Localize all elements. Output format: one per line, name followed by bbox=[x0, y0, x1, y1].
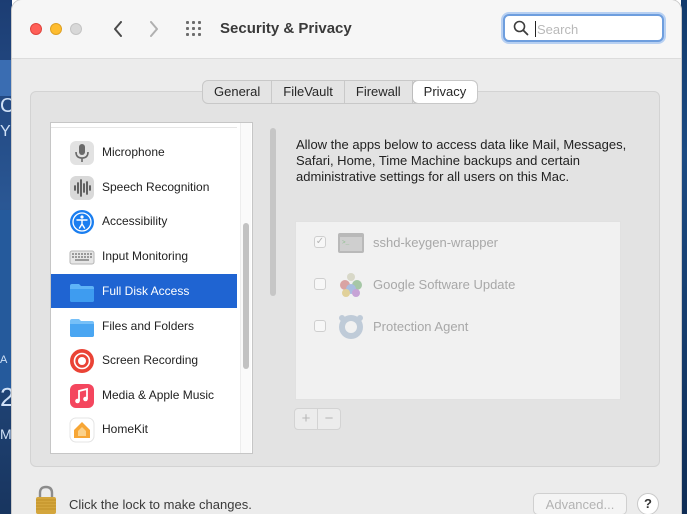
list-scrollbar[interactable] bbox=[240, 123, 251, 453]
desktop-background-right bbox=[681, 0, 687, 514]
sidebar-item-label: Files and Folders bbox=[102, 319, 195, 333]
show-all-grid-button[interactable] bbox=[186, 21, 204, 37]
lock-icon[interactable] bbox=[34, 485, 58, 514]
tab-firewall[interactable]: Firewall bbox=[345, 81, 413, 103]
app-checkbox[interactable] bbox=[314, 278, 326, 290]
search-icon bbox=[513, 20, 529, 36]
advanced-button[interactable]: Advanced... bbox=[533, 493, 627, 514]
pane-scroll-indicator[interactable] bbox=[270, 128, 276, 296]
sidebar-item-label: Speech Recognition bbox=[102, 180, 210, 194]
app-checkbox[interactable] bbox=[314, 320, 326, 332]
add-remove-control: + − bbox=[294, 408, 341, 430]
sidebar-item-input-monitoring[interactable]: Input Monitoring bbox=[51, 239, 237, 273]
list-item-partial bbox=[51, 122, 237, 123]
waveform-icon bbox=[69, 175, 95, 201]
desktop-glyph: Y bbox=[0, 123, 11, 140]
close-button[interactable] bbox=[30, 23, 42, 35]
sidebar-item-label: HomeKit bbox=[102, 422, 149, 436]
sidebar-item-label: Input Monitoring bbox=[102, 249, 189, 263]
sidebar-item-label: Screen Recording bbox=[102, 353, 199, 367]
sidebar-item-full-disk-access[interactable]: Full Disk Access bbox=[51, 274, 237, 308]
tab-bar: General FileVault Firewall Privacy bbox=[202, 80, 479, 104]
sidebar-item-label: Full Disk Access bbox=[102, 284, 190, 298]
protection-agent-icon bbox=[339, 315, 363, 339]
app-name: sshd-keygen-wrapper bbox=[373, 235, 499, 250]
minimize-button[interactable] bbox=[50, 23, 62, 35]
keyboard-icon bbox=[69, 244, 95, 270]
list-scroll-thumb[interactable] bbox=[243, 223, 249, 369]
chevron-right-icon bbox=[150, 21, 158, 37]
remove-app-button[interactable]: − bbox=[318, 409, 340, 429]
desktop-glyph: M bbox=[0, 426, 12, 442]
music-icon bbox=[69, 383, 95, 409]
sidebar-item-media-apple-music[interactable]: Media & Apple Music bbox=[51, 378, 237, 412]
desktop-glyph: A bbox=[0, 354, 8, 366]
app-name: Google Software Update bbox=[373, 277, 516, 292]
privacy-category-list[interactable]: Microphone Speech Recognition Accessibil… bbox=[50, 122, 253, 454]
add-app-button[interactable]: + bbox=[295, 409, 317, 429]
zoom-button[interactable] bbox=[70, 23, 82, 35]
back-button[interactable] bbox=[108, 18, 128, 40]
folder-icon bbox=[69, 279, 95, 305]
sidebar-item-label: Microphone bbox=[102, 145, 165, 159]
sidebar-item-label: Media & Apple Music bbox=[102, 388, 215, 402]
search-input[interactable] bbox=[535, 19, 659, 39]
google-update-icon bbox=[340, 273, 362, 297]
app-row-protection-agent[interactable]: Protection Agent bbox=[296, 306, 620, 348]
screen-recording-icon bbox=[69, 348, 95, 374]
app-row-google-software-update[interactable]: Google Software Update bbox=[296, 264, 620, 306]
window-title: Security & Privacy bbox=[220, 20, 352, 37]
chevron-left-icon bbox=[114, 21, 122, 37]
home-icon bbox=[69, 417, 95, 443]
titlebar: Security & Privacy bbox=[12, 0, 681, 59]
text-caret bbox=[535, 21, 536, 37]
sidebar-item-speech-recognition[interactable]: Speech Recognition bbox=[51, 170, 237, 204]
search-field[interactable] bbox=[503, 14, 664, 42]
svg-text:>_: >_ bbox=[342, 239, 350, 246]
sidebar-item-files-and-folders[interactable]: Files and Folders bbox=[51, 309, 237, 343]
app-name: Protection Agent bbox=[373, 319, 469, 334]
full-disk-access-description: Allow the apps below to access data like… bbox=[296, 137, 627, 184]
sidebar-item-accessibility[interactable]: Accessibility bbox=[51, 204, 237, 238]
app-checkbox[interactable]: ✓ bbox=[314, 236, 326, 248]
sidebar-item-label: Accessibility bbox=[102, 214, 168, 228]
app-row-sshd-keygen-wrapper[interactable]: ✓ >_ sshd-keygen-wrapper bbox=[296, 222, 620, 264]
tab-privacy[interactable]: Privacy bbox=[412, 81, 478, 103]
microphone-icon bbox=[69, 140, 95, 166]
forward-button[interactable] bbox=[144, 18, 164, 40]
app-list[interactable]: ✓ >_ sshd-keygen-wrapper Google Software… bbox=[295, 221, 621, 400]
help-button[interactable]: ? bbox=[637, 493, 659, 514]
desktop-background-left: C Y A 2 M bbox=[0, 0, 14, 514]
accessibility-icon bbox=[69, 209, 95, 235]
preferences-window: Security & Privacy General FileVault Fir… bbox=[12, 0, 681, 514]
sidebar-item-microphone[interactable]: Microphone bbox=[51, 135, 237, 169]
folder-icon bbox=[69, 314, 95, 340]
tab-general[interactable]: General bbox=[203, 81, 273, 103]
lock-message: Click the lock to make changes. bbox=[69, 497, 252, 512]
tab-filevault[interactable]: FileVault bbox=[272, 81, 345, 103]
sidebar-item-screen-recording[interactable]: Screen Recording bbox=[51, 343, 237, 377]
sidebar-item-homekit[interactable]: HomeKit bbox=[51, 412, 237, 446]
terminal-icon: >_ bbox=[338, 233, 364, 253]
